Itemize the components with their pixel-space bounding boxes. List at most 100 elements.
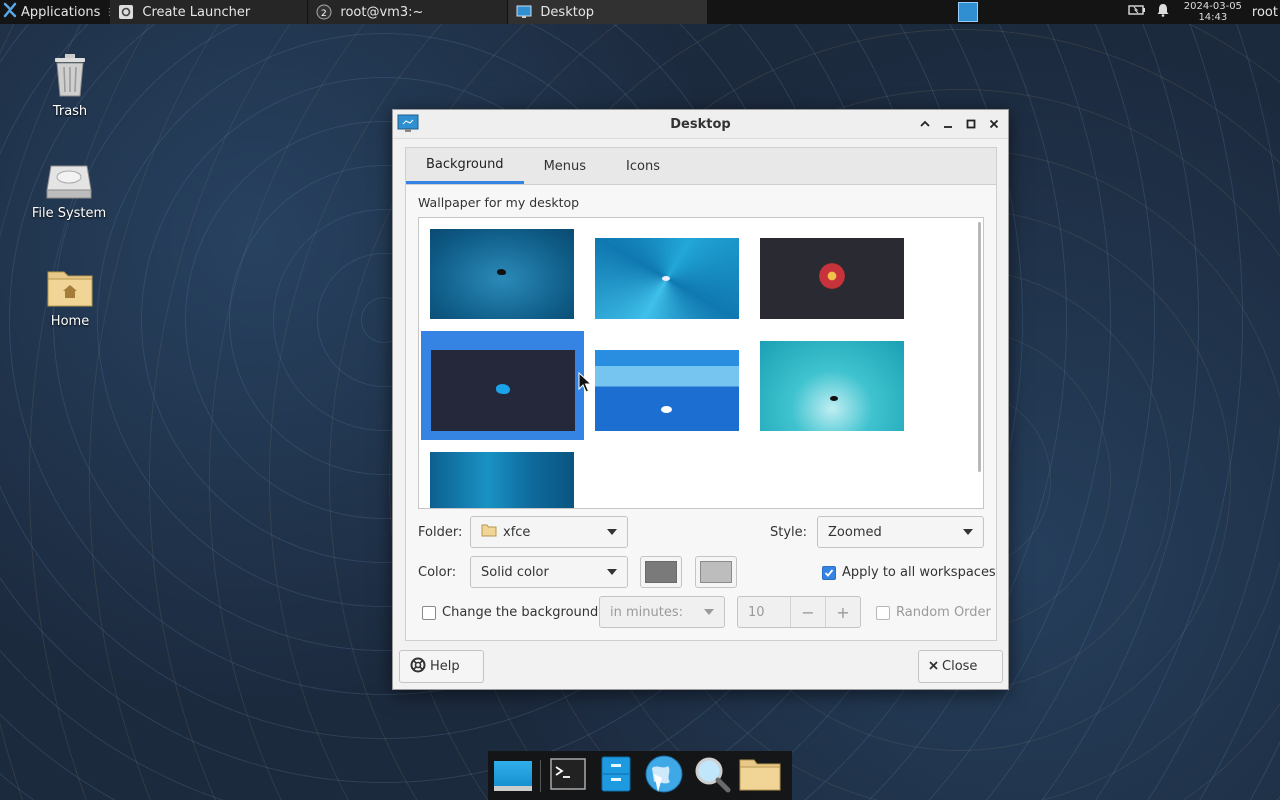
tab-icons[interactable]: Icons xyxy=(606,148,680,184)
style-label: Style: xyxy=(770,525,808,540)
bottom-dock xyxy=(488,751,792,800)
terminal-task-icon: 2 xyxy=(316,4,332,20)
color-label: Color: xyxy=(418,565,457,580)
task-terminal[interactable]: 2 root@vm3:~ xyxy=(308,0,509,24)
wallpaper-thumb[interactable] xyxy=(595,350,739,432)
wallpaper-thumb-selected[interactable] xyxy=(421,331,584,440)
window-titlebar[interactable]: Desktop xyxy=(393,110,1008,139)
chevron-down-icon xyxy=(963,529,973,535)
desktop-icon-label: Home xyxy=(50,314,90,329)
desktop-icon-label: File System xyxy=(31,206,107,221)
dock-separator xyxy=(540,759,541,792)
close-icon xyxy=(929,659,938,674)
folder-icon xyxy=(739,757,781,795)
window-controls xyxy=(916,115,1002,132)
panel-spacer xyxy=(708,0,957,24)
wallpaper-image xyxy=(760,341,904,431)
globe-icon xyxy=(644,754,684,798)
tab-background[interactable]: Background xyxy=(406,148,524,184)
wallpaper-image xyxy=(595,238,739,319)
user-menu[interactable]: root xyxy=(1252,5,1278,20)
dock-web-browser[interactable] xyxy=(643,755,685,797)
clock-date: 2024-03-05 xyxy=(1183,1,1242,12)
interval-unit-value: in minutes: xyxy=(610,604,683,620)
close-window-button[interactable] xyxy=(985,115,1002,132)
gallery-scrollbar[interactable] xyxy=(978,222,981,472)
notification-bell-icon[interactable] xyxy=(1156,3,1170,21)
mouse-cursor-icon xyxy=(578,371,593,398)
flower-mascot-icon xyxy=(816,260,848,292)
secondary-color-button[interactable] xyxy=(695,556,737,588)
checkbox-checked-icon xyxy=(822,565,836,580)
svg-text:2: 2 xyxy=(321,9,327,19)
tab-bar: Background Menus Icons xyxy=(406,148,996,185)
help-button[interactable]: Help xyxy=(399,650,484,683)
color-mode-value: Solid color xyxy=(481,564,549,580)
interval-value: 10 xyxy=(748,604,765,620)
desktop-settings-tray-icon[interactable] xyxy=(957,2,978,22)
dock-show-desktop[interactable] xyxy=(492,755,534,797)
applications-label: Applications xyxy=(21,4,101,20)
close-label: Close xyxy=(942,659,978,674)
battery-icon[interactable] xyxy=(1128,4,1146,20)
close-button[interactable]: Close xyxy=(918,650,1003,683)
desktop-icon-home[interactable]: Home xyxy=(25,266,115,329)
magnifier-icon xyxy=(693,755,731,797)
help-lifebuoy-icon xyxy=(410,657,426,677)
wallpaper-image xyxy=(430,452,574,508)
dock-app-finder[interactable] xyxy=(691,755,733,797)
chevron-down-icon xyxy=(704,609,714,615)
folder-value: xfce xyxy=(503,524,531,540)
color-mode-select[interactable]: Solid color xyxy=(470,556,628,588)
home-folder-icon xyxy=(46,266,94,312)
interval-unit-select[interactable]: in minutes: xyxy=(599,596,725,628)
wallpaper-thumb[interactable] xyxy=(760,341,904,432)
desktop-icon-trash[interactable]: Trash xyxy=(25,52,115,119)
top-panel: Applications ⋮ Create Launcher 2 root@vm… xyxy=(0,0,1280,24)
primary-color-button[interactable] xyxy=(640,556,682,588)
minimize-button[interactable] xyxy=(939,115,956,132)
increment-button[interactable]: + xyxy=(825,597,860,627)
trash-icon xyxy=(50,52,90,102)
dock-terminal[interactable] xyxy=(547,755,589,797)
close-icon xyxy=(989,119,998,128)
interval-spinner[interactable]: 10 − + xyxy=(737,596,861,628)
task-label: Desktop xyxy=(540,4,595,20)
wallpaper-thumb[interactable] xyxy=(430,452,574,508)
shade-button[interactable] xyxy=(916,115,933,132)
wallpaper-image xyxy=(760,238,904,319)
task-desktop[interactable]: Desktop xyxy=(508,0,709,24)
applications-menu[interactable]: Applications xyxy=(0,0,104,24)
chevron-up-icon xyxy=(919,120,930,127)
mouse-mascot-icon xyxy=(497,269,506,275)
change-background-checkbox[interactable]: Change the background xyxy=(422,605,598,620)
style-value: Zoomed xyxy=(828,524,882,540)
mouse-mascot-icon xyxy=(662,276,670,281)
style-select[interactable]: Zoomed xyxy=(817,516,984,548)
wallpaper-image xyxy=(430,229,574,319)
maximize-icon xyxy=(966,119,975,128)
decrement-button[interactable]: − xyxy=(790,597,825,627)
apply-all-workspaces-checkbox[interactable]: Apply to all workspaces xyxy=(822,565,996,580)
wallpaper-image xyxy=(431,350,575,431)
secondary-color-swatch xyxy=(700,561,732,583)
change-background-label: Change the background xyxy=(442,605,599,620)
desktop-settings-window: Desktop Background Menus Icons Wallpaper… xyxy=(392,109,1009,690)
wallpaper-thumb[interactable] xyxy=(760,238,904,320)
xfce-logo-icon xyxy=(2,2,18,22)
tab-menus[interactable]: Menus xyxy=(524,148,606,184)
clock[interactable]: 2024-03-05 14:43 xyxy=(1184,1,1242,23)
wallpaper-thumb[interactable] xyxy=(430,229,574,320)
dock-home-folder[interactable] xyxy=(739,755,781,797)
primary-color-swatch xyxy=(645,561,677,583)
random-order-checkbox[interactable]: Random Order xyxy=(876,605,991,620)
show-desktop-icon xyxy=(494,760,532,791)
wallpaper-thumb[interactable] xyxy=(595,238,739,320)
maximize-button[interactable] xyxy=(962,115,979,132)
dock-file-manager-blue[interactable] xyxy=(595,755,637,797)
file-cabinet-icon xyxy=(601,756,631,796)
desktop-icon-file-system[interactable]: File System xyxy=(24,160,114,221)
folder-select[interactable]: xfce xyxy=(470,516,628,548)
task-create-launcher[interactable]: Create Launcher xyxy=(110,0,309,24)
apply-all-workspaces-label: Apply to all workspaces xyxy=(842,565,996,580)
